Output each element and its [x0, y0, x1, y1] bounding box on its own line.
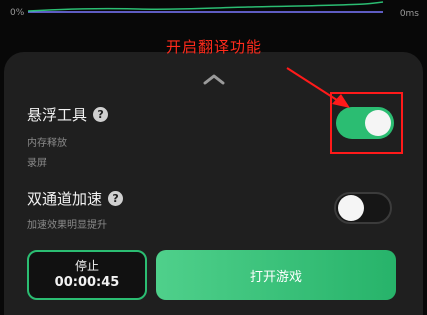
stop-button[interactable]: 停止 00:00:45 — [27, 250, 147, 300]
dual-channel-label: 双通道加速 — [27, 190, 103, 208]
floating-tool-sub-record: 录屏 — [27, 158, 47, 169]
graph-latency-line — [28, 1, 384, 12]
dual-channel-sub: 加速效果明显提升 — [27, 220, 107, 231]
dual-channel-title: 双通道加速 ? — [27, 188, 124, 209]
performance-graph: 0% 0ms — [0, 0, 427, 36]
stop-label: 停止 — [74, 259, 99, 273]
stop-timer: 00:00:45 — [54, 275, 120, 290]
floating-tool-label: 悬浮工具 — [27, 106, 88, 124]
floating-tool-title: 悬浮工具 ? — [27, 104, 109, 125]
help-icon[interactable]: ? — [93, 107, 109, 122]
boost-settings-panel: 悬浮工具 ? 内存释放 录屏 双通道加速 ? 加速效果明显提升 停止 00:00… — [4, 52, 423, 315]
floating-tool-sub-memory: 内存释放 — [27, 138, 67, 149]
dual-channel-toggle[interactable] — [334, 192, 392, 224]
annotation-text: 开启翻译功能 — [166, 38, 263, 56]
open-game-button[interactable]: 打开游戏 — [156, 250, 396, 300]
toggle-knob — [338, 195, 364, 221]
help-icon[interactable]: ? — [108, 191, 124, 206]
annotation-highlight-box — [330, 92, 403, 154]
graph-ms-label: 0ms — [399, 9, 419, 19]
chevron-up-icon[interactable] — [202, 72, 226, 86]
game-booster-screen: 0% 0ms 悬浮工具 ? 内存释放 录屏 双通道加速 ? 加速效果明显提升 停… — [0, 0, 427, 315]
graph-percent-label: 0% — [10, 8, 25, 18]
graph-lines — [28, 1, 384, 13]
open-game-label: 打开游戏 — [249, 269, 302, 285]
